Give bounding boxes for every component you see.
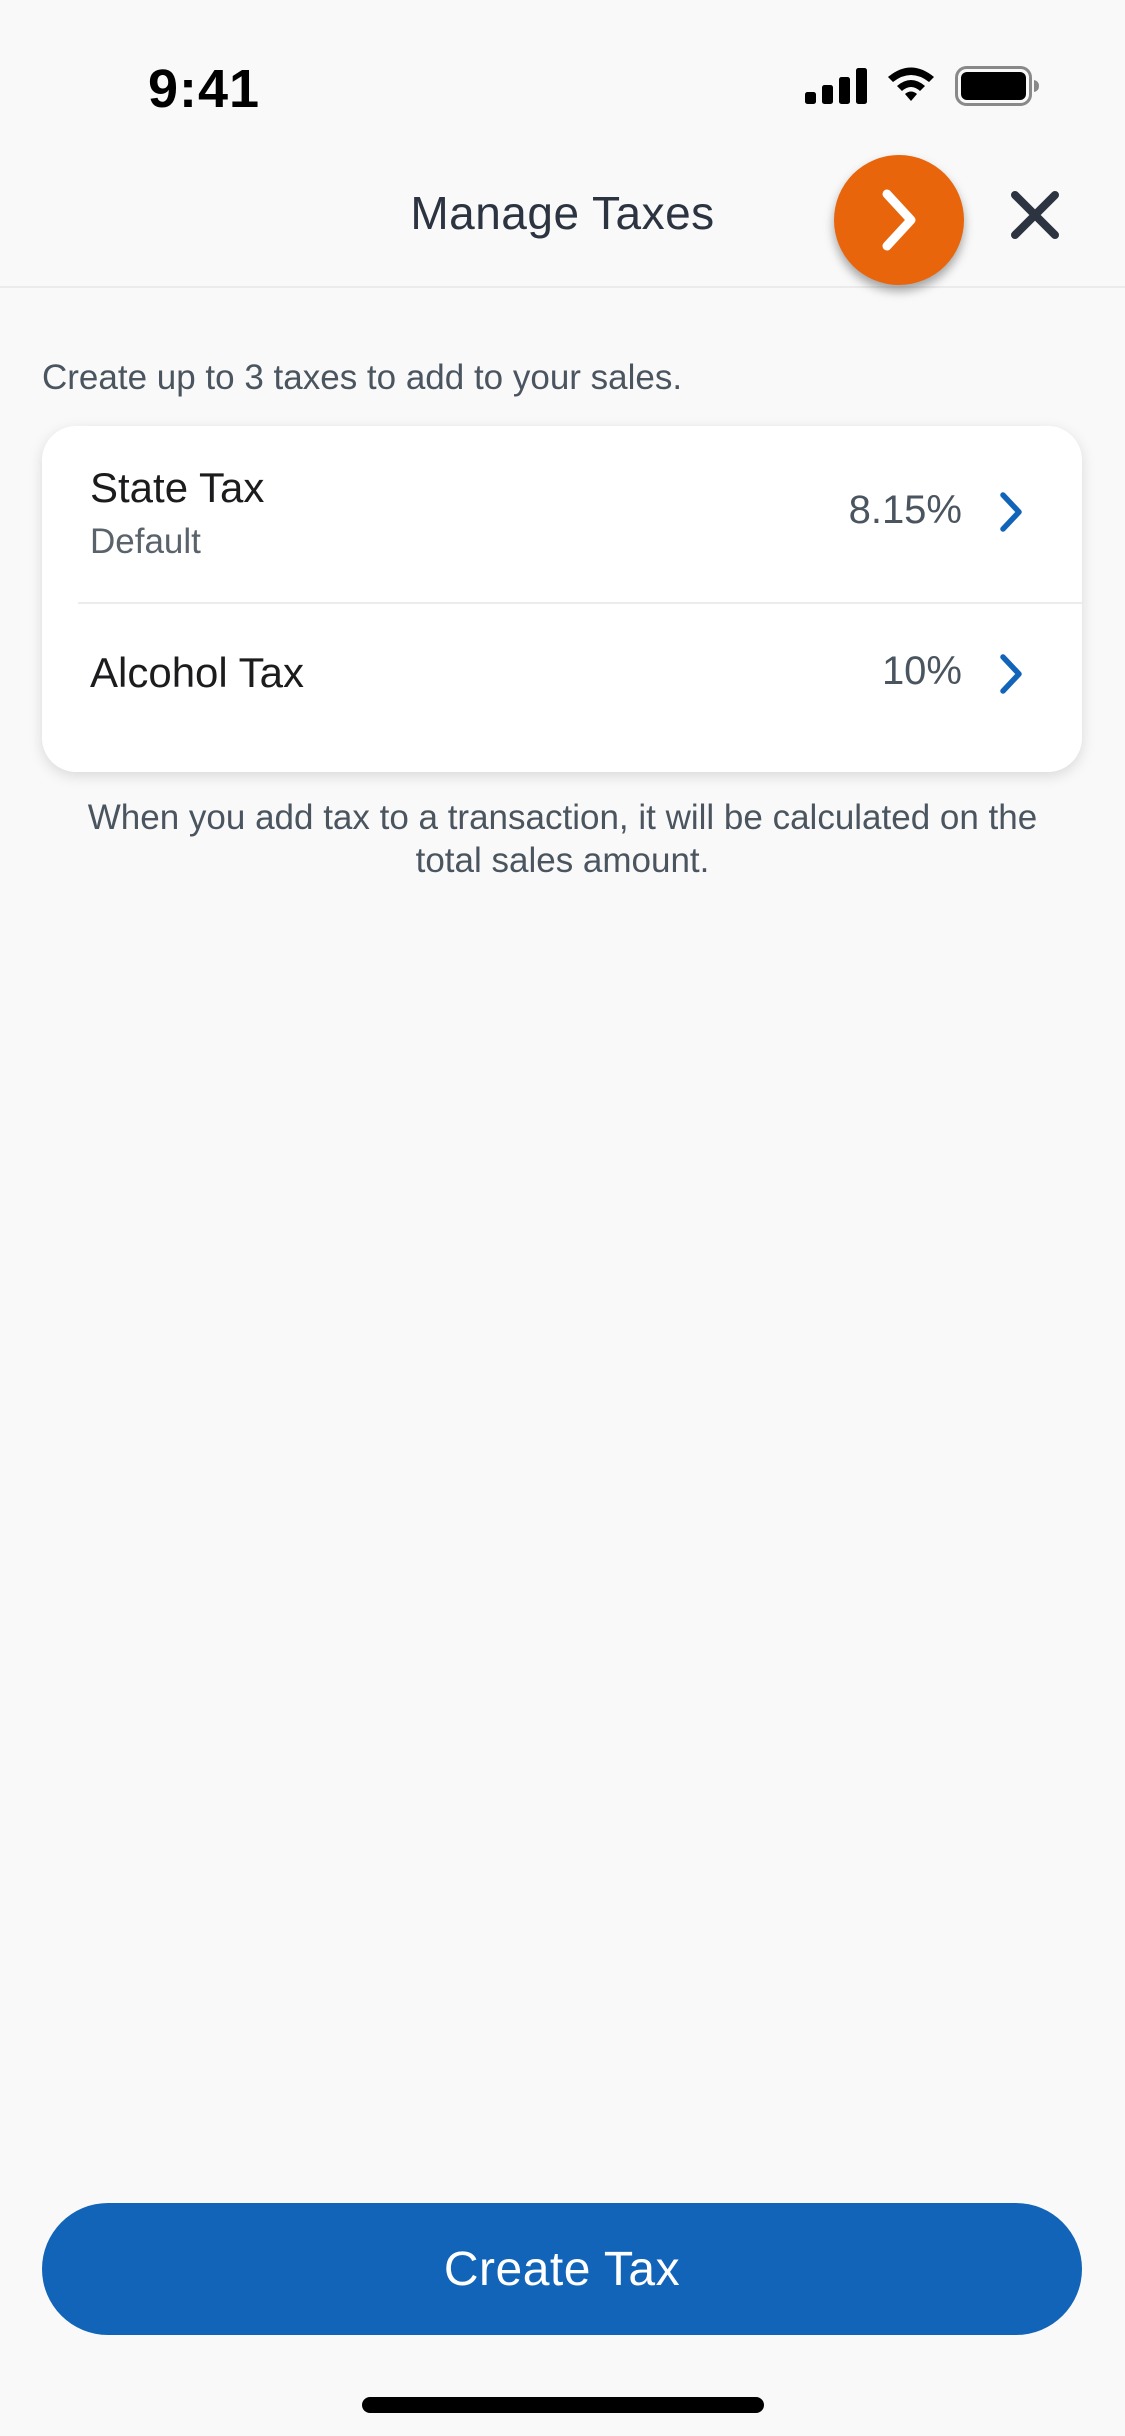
status-time: 9:41 [148,59,261,119]
battery-icon [955,66,1039,106]
tax-default-label: Default [90,522,201,561]
chevron-right-icon [1000,492,1022,532]
chevron-right-icon [882,189,916,251]
tax-rate: 8.15% [848,488,962,532]
tax-row-alcohol-tax[interactable]: Alcohol Tax 10% [42,604,1082,772]
tax-name: State Tax [90,464,265,511]
wifi-icon [888,67,934,101]
signal-icon [805,68,867,104]
tax-rate: 10% [881,649,962,693]
intro-text: Create up to 3 taxes to add to your sale… [42,358,683,397]
next-button[interactable] [834,155,964,285]
tax-row-state-tax[interactable]: State Tax Default 8.15% [42,426,1082,602]
chevron-right-icon [1000,654,1022,694]
home-indicator [362,2397,764,2413]
create-tax-button[interactable]: Create Tax [42,2203,1082,2335]
close-button[interactable] [1000,180,1070,250]
navigation-header: Manage Taxes [0,150,1125,288]
tax-list: State Tax Default 8.15% Alcohol Tax 10% [42,426,1082,772]
status-icons [805,66,1039,106]
tax-calculation-note: When you add tax to a transaction, it wi… [87,798,1038,880]
tax-name: Alcohol Tax [90,649,305,696]
status-bar: 9:41 [0,0,1125,150]
close-icon [1011,191,1059,239]
